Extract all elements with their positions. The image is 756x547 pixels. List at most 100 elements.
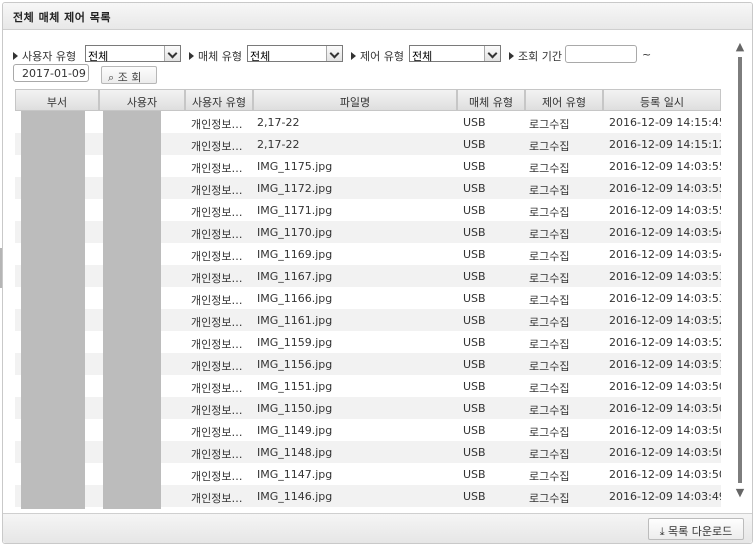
cell-filename: IMG_1159.jpg: [257, 336, 333, 349]
cell-control-type: 로그수집: [529, 162, 570, 175]
cell-user-type: 개인정보…: [191, 184, 243, 197]
cell-media-type: USB: [463, 402, 486, 415]
cell-media-type: USB: [463, 424, 486, 437]
panel-header: 전체 매체 제어 목록: [3, 3, 752, 30]
cell-media-type: USB: [463, 226, 486, 239]
cell-registered-at: 2016-12-09 14:03:54: [609, 248, 721, 261]
cell-filename: IMG_1161.jpg: [257, 314, 333, 327]
cell-registered-at: 2016-12-09 14:03:54: [609, 226, 721, 239]
triangle-right-icon: [509, 52, 514, 60]
cell-control-type: 로그수집: [529, 404, 570, 417]
header-department[interactable]: 부서: [15, 89, 99, 111]
cell-control-type: 로그수집: [529, 228, 570, 241]
cell-filename: IMG_1149.jpg: [257, 424, 333, 437]
search-button[interactable]: ⌕ 조 회: [101, 66, 157, 84]
cell-user-type: 개인정보…: [191, 272, 243, 285]
cell-user-type: 개인정보…: [191, 118, 243, 131]
cell-control-type: 로그수집: [529, 206, 570, 219]
cell-filename: IMG_1170.jpg: [257, 226, 333, 239]
cell-media-type: USB: [463, 446, 486, 459]
header-media-type[interactable]: 매체 유형: [457, 89, 525, 111]
cell-user-type: 개인정보…: [191, 448, 243, 461]
cell-media-type: USB: [463, 314, 486, 327]
cell-filename: IMG_1166.jpg: [257, 292, 333, 305]
cell-user-type: 개인정보…: [191, 316, 243, 329]
cell-filename: 2,17-22: [257, 116, 300, 129]
arrow-down-icon[interactable]: ▼: [735, 487, 745, 499]
panel-footer: ⤓ 목록 다운로드: [3, 513, 752, 543]
cell-media-type: USB: [463, 336, 486, 349]
vertical-scrollbar[interactable]: ▲ ▼: [734, 39, 746, 501]
cell-registered-at: 2016-12-09 14:03:49: [609, 490, 721, 503]
chevron-down-icon[interactable]: [326, 46, 342, 61]
media-control-table: 부서 사용자 사용자 유형 파일명 매체 유형 제어 유형 등록 일시개인정보… 2,17-2…: [15, 89, 721, 509]
cell-control-type: 로그수집: [529, 272, 570, 285]
cell-media-type: USB: [463, 270, 486, 283]
cell-control-type: 로그수집: [529, 382, 570, 395]
cell-control-type: 로그수집: [529, 470, 570, 483]
cell-user-type: 개인정보…: [191, 228, 243, 241]
arrow-up-icon[interactable]: ▲: [735, 41, 745, 53]
chevron-down-icon[interactable]: [484, 46, 500, 61]
cell-control-type: 로그수집: [529, 250, 570, 263]
cell-registered-at: 2016-12-09 14:03:50: [609, 380, 721, 393]
triangle-right-icon: [13, 52, 18, 60]
cell-control-type: 로그수집: [529, 338, 570, 351]
cell-media-type: USB: [463, 182, 486, 195]
triangle-right-icon: [351, 52, 356, 60]
header-user-type[interactable]: 사용자 유형: [185, 89, 253, 111]
cell-registered-at: 2016-12-09 14:03:50: [609, 468, 721, 481]
cell-user-type: 개인정보…: [191, 206, 243, 219]
cell-media-type: USB: [463, 160, 486, 173]
date-to-input[interactable]: 2017-01-09: [13, 64, 89, 82]
cell-user-type: 개인정보…: [191, 162, 243, 175]
cell-media-type: USB: [463, 138, 486, 151]
cell-media-type: USB: [463, 490, 486, 503]
cell-media-type: USB: [463, 204, 486, 217]
download-list-button[interactable]: ⤓ 목록 다운로드: [648, 518, 744, 540]
scrollbar-thumb[interactable]: [738, 57, 742, 483]
cell-media-type: USB: [463, 380, 486, 393]
cell-filename: IMG_1156.jpg: [257, 358, 333, 371]
cell-filename: IMG_1167.jpg: [257, 270, 333, 283]
cell-filename: IMG_1146.jpg: [257, 490, 333, 503]
cell-user-type: 개인정보…: [191, 294, 243, 307]
cell-filename: IMG_1151.jpg: [257, 380, 333, 393]
cell-filename: IMG_1172.jpg: [257, 182, 333, 195]
triangle-right-icon: [189, 52, 194, 60]
cell-registered-at: 2016-12-09 14:03:52: [609, 314, 721, 327]
cell-registered-at: 2016-12-09 14:15:45: [609, 116, 721, 129]
cell-media-type: USB: [463, 116, 486, 129]
cell-user-type: 개인정보…: [191, 382, 243, 395]
user-type-select[interactable]: 전체: [85, 45, 181, 63]
cell-user-type: 개인정보…: [191, 404, 243, 417]
period-label: 조회 기간: [509, 48, 562, 64]
cell-media-type: USB: [463, 248, 486, 261]
cell-registered-at: 2016-12-09 14:15:12: [609, 138, 721, 151]
user-type-label: 사용자 유형: [13, 48, 76, 64]
chevron-down-icon[interactable]: [164, 46, 180, 61]
cell-filename: IMG_1147.jpg: [257, 468, 333, 481]
cell-registered-at: 2016-12-09 14:03:50: [609, 424, 721, 437]
cell-control-type: 로그수집: [529, 360, 570, 373]
date-from-input[interactable]: [565, 45, 637, 63]
cell-user-type: 개인정보…: [191, 140, 243, 153]
header-user[interactable]: 사용자: [99, 89, 185, 111]
cell-filename: IMG_1148.jpg: [257, 446, 333, 459]
control-type-select[interactable]: 전체: [409, 45, 501, 63]
cell-registered-at: 2016-12-09 14:03:55: [609, 182, 721, 195]
media-control-panel: 전체 매체 제어 목록 사용자 유형 전체 매체 유형 전체 제어 유형 전체 …: [2, 2, 753, 544]
cell-user-type: 개인정보…: [191, 360, 243, 373]
cell-control-type: 로그수집: [529, 294, 570, 307]
panel-title: 전체 매체 제어 목록: [13, 11, 111, 24]
media-type-select[interactable]: 전체: [247, 45, 343, 63]
cell-user-type: 개인정보…: [191, 250, 243, 263]
header-filename[interactable]: 파일명: [253, 89, 457, 111]
header-registered-at[interactable]: 등록 일시: [603, 89, 721, 111]
date-range-separator: ~: [642, 48, 652, 61]
header-control-type[interactable]: 제어 유형: [525, 89, 603, 111]
cell-filename: IMG_1169.jpg: [257, 248, 333, 261]
cell-registered-at: 2016-12-09 14:03:55: [609, 204, 721, 217]
cell-registered-at: 2016-12-09 14:03:51: [609, 358, 721, 371]
cell-filename: IMG_1175.jpg: [257, 160, 333, 173]
